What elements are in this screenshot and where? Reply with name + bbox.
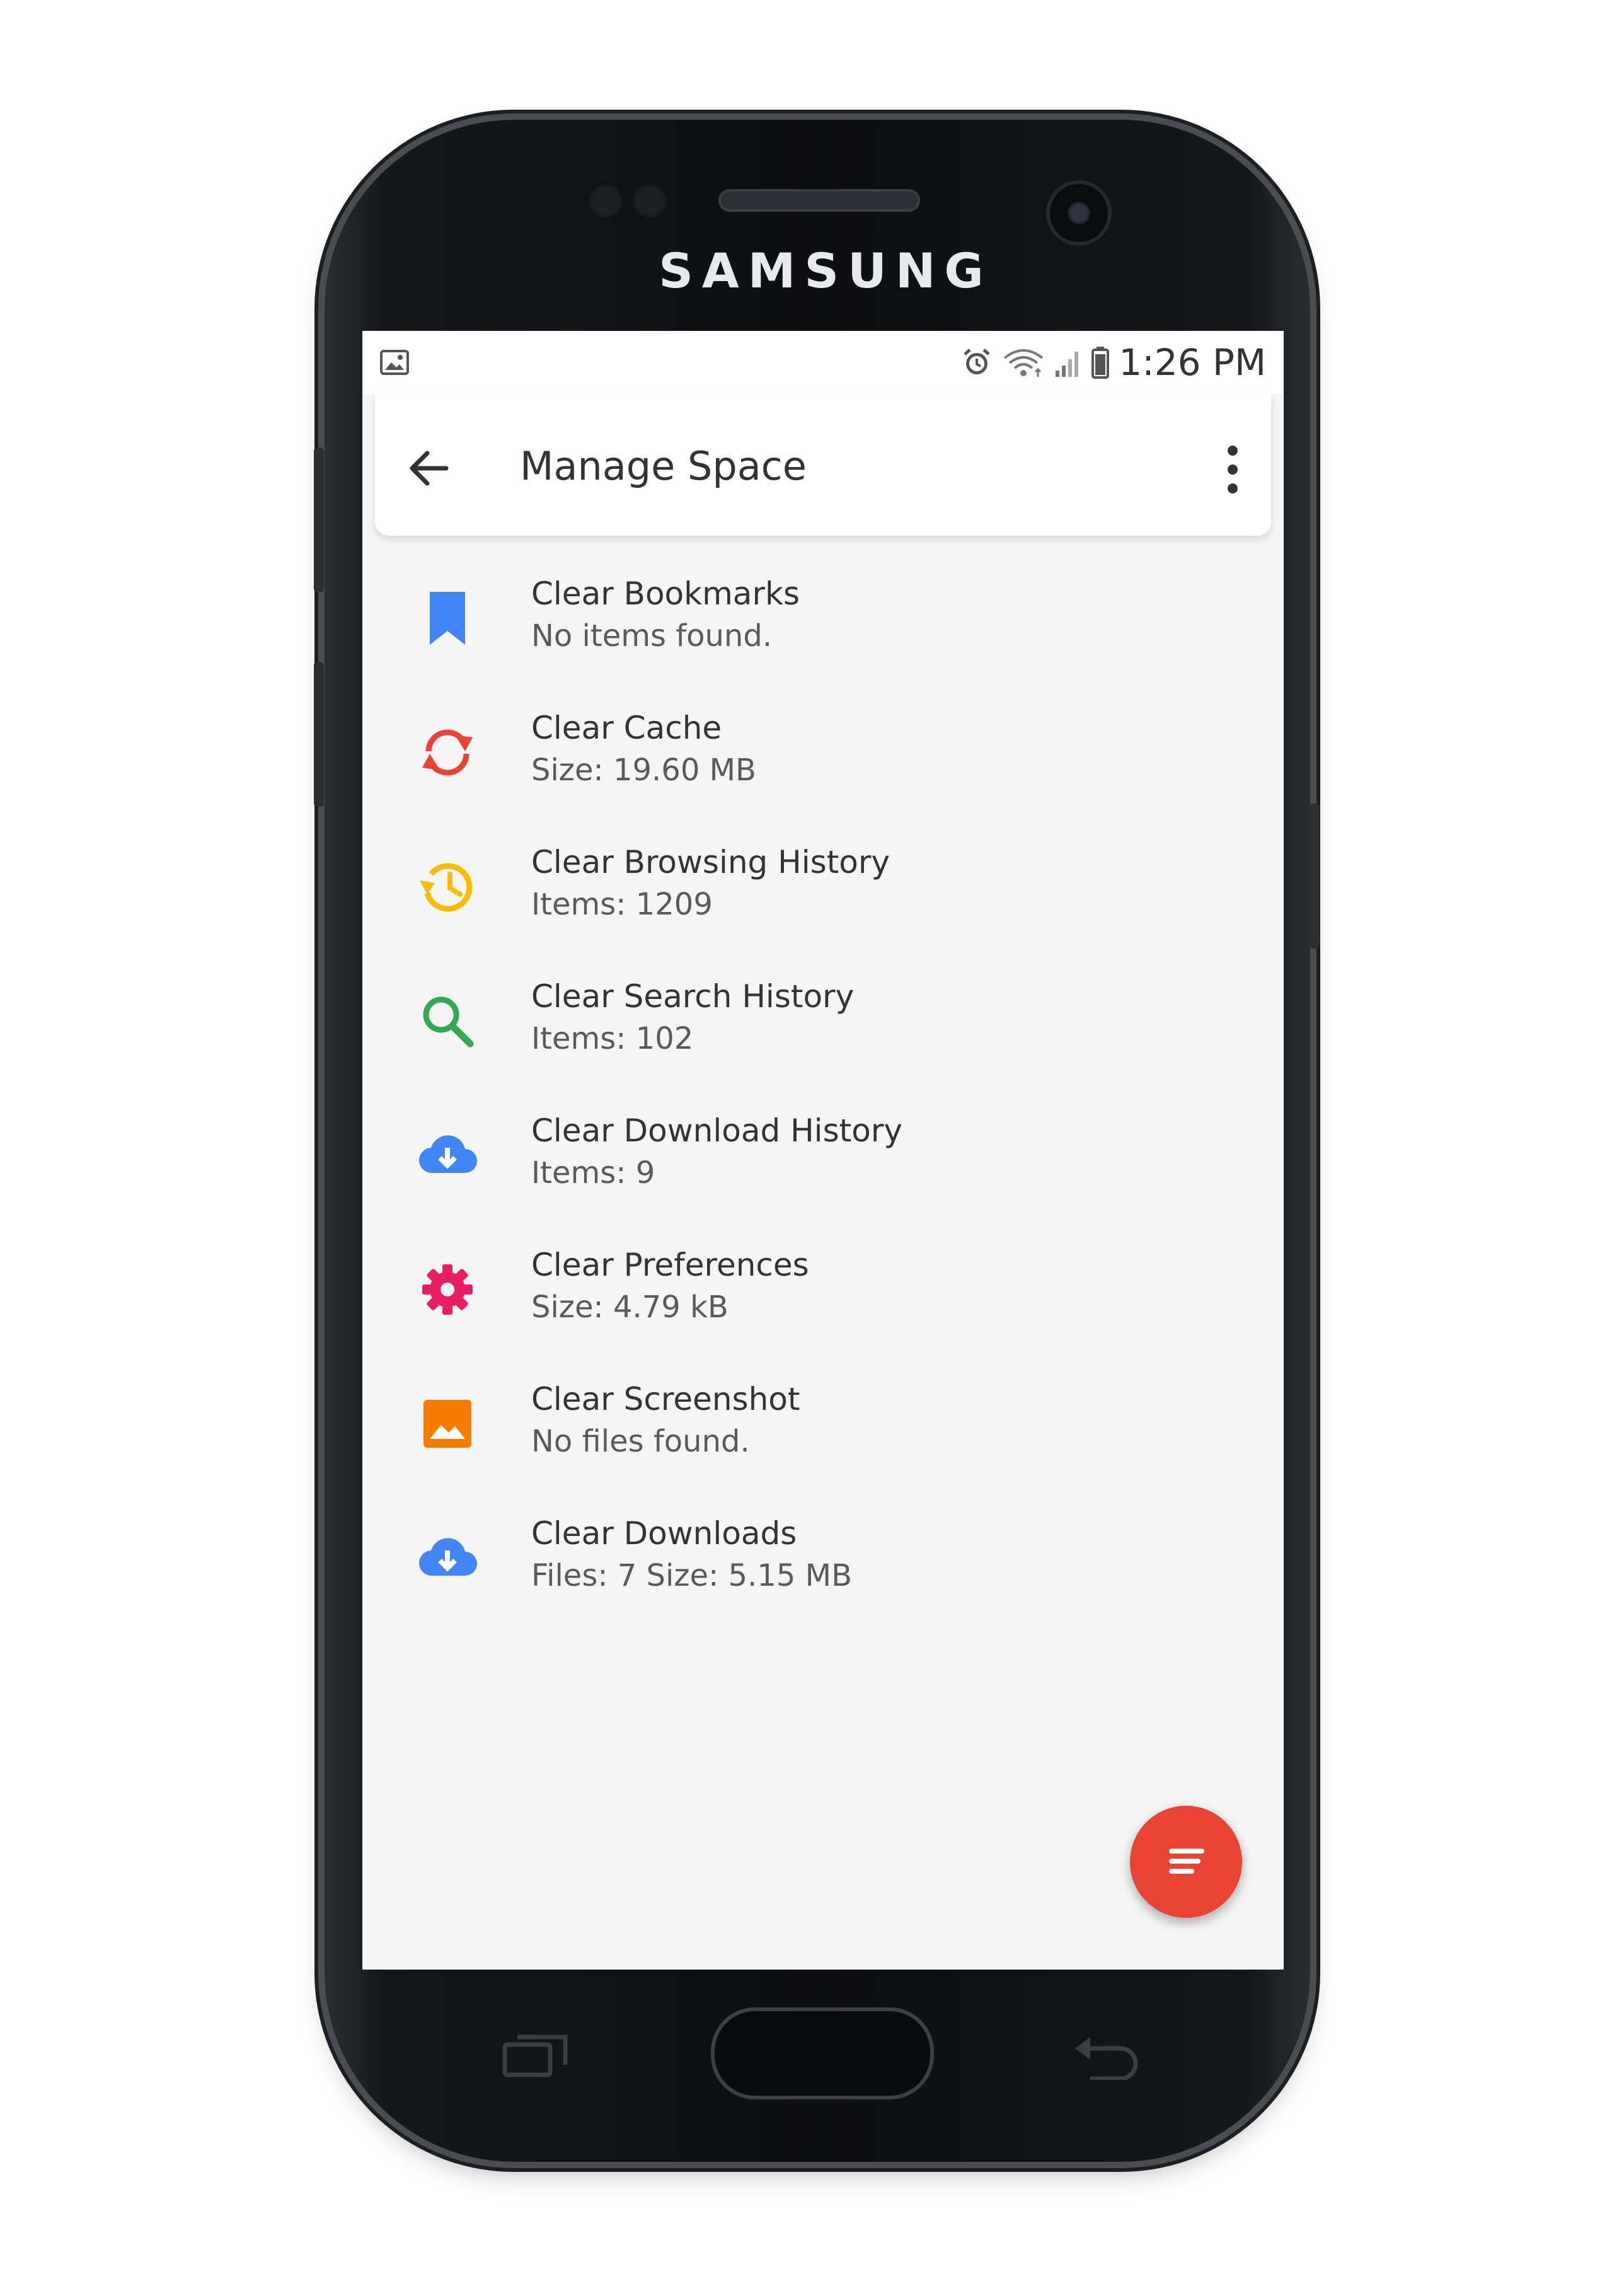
search-icon (423, 996, 474, 1048)
alarm-icon (964, 349, 990, 374)
item-title: Clear Search History (531, 978, 855, 1015)
home-button[interactable] (711, 2007, 934, 2099)
settings-icon (422, 1264, 473, 1315)
history-icon (420, 863, 473, 912)
item-title: Clear Preferences (531, 1247, 809, 1283)
more-vert-icon[interactable] (1223, 441, 1242, 498)
power-button (1310, 804, 1320, 949)
list-item-clear-cache[interactable]: Clear Cache Size: 19.60 MB (362, 692, 1284, 826)
item-subtitle: No items found. (531, 618, 773, 654)
brand-logo: SAMSUNG (659, 243, 993, 299)
earpiece-speaker (718, 189, 920, 212)
list-item-clear-screenshot[interactable]: Clear Screenshot No files found. (362, 1363, 1284, 1498)
device-frame: SAMSUNG 1:26 PM Manage Space Clear Bookm… (0, 0, 1624, 2274)
recent-apps-icon[interactable] (501, 2029, 570, 2080)
item-title: Clear Bookmarks (531, 575, 800, 612)
cloud-download-icon (418, 1135, 477, 1174)
item-subtitle: Items: 1209 (531, 887, 713, 922)
light-sensor (631, 183, 668, 219)
arrow-back-icon[interactable] (403, 443, 454, 493)
battery-icon (1091, 347, 1110, 379)
status-icons: 1:26 PM (961, 341, 1266, 384)
item-subtitle: Files: 7 Size: 5.15 MB (531, 1558, 852, 1593)
list-item-clear-search-history[interactable]: Clear Search History Items: 102 (362, 961, 1284, 1095)
item-subtitle: Items: 9 (531, 1155, 655, 1191)
app-bar: Manage Space (375, 394, 1271, 536)
screen: 1:26 PM Manage Space Clear Bookmarks No … (362, 331, 1284, 1970)
sort-fab-button[interactable] (1130, 1806, 1242, 1918)
bookmark-icon (430, 592, 465, 645)
volume-down-button (314, 662, 324, 807)
cloud-download-icon (418, 1538, 477, 1576)
status-bar: 1:26 PM (362, 331, 1284, 394)
signal-icon (1056, 352, 1079, 377)
list-item-clear-browsing-history[interactable]: Clear Browsing History Items: 1209 (362, 826, 1284, 961)
sync-icon (422, 729, 473, 776)
item-title: Clear Browsing History (531, 844, 890, 880)
list-item-clear-preferences[interactable]: Clear Preferences Size: 4.79 kB (362, 1229, 1284, 1363)
page-title: Manage Space (520, 443, 807, 489)
status-time: 1:26 PM (1119, 341, 1266, 384)
proximity-sensor (587, 183, 624, 219)
item-title: Clear Downloads (531, 1515, 797, 1552)
list-item-clear-downloads[interactable]: Clear Downloads Files: 7 Size: 5.15 MB (362, 1498, 1284, 1632)
back-icon[interactable] (1071, 2029, 1141, 2080)
sort-icon (1169, 1849, 1204, 1874)
item-title: Clear Download History (531, 1112, 902, 1149)
item-title: Clear Cache (531, 710, 722, 746)
volume-up-button (314, 447, 324, 592)
item-subtitle: No files found. (531, 1424, 750, 1459)
item-subtitle: Size: 4.79 kB (531, 1290, 728, 1325)
list-item-clear-download-history[interactable]: Clear Download History Items: 9 (362, 1095, 1284, 1229)
gallery-icon (380, 350, 409, 375)
front-camera (1046, 180, 1112, 246)
list-item-clear-bookmarks[interactable]: Clear Bookmarks No items found. (362, 558, 1284, 692)
wifi-icon (1004, 349, 1044, 377)
image-icon (423, 1400, 471, 1448)
item-subtitle: Items: 102 (531, 1021, 694, 1056)
item-title: Clear Screenshot (531, 1381, 800, 1417)
item-subtitle: Size: 19.60 MB (531, 753, 756, 788)
